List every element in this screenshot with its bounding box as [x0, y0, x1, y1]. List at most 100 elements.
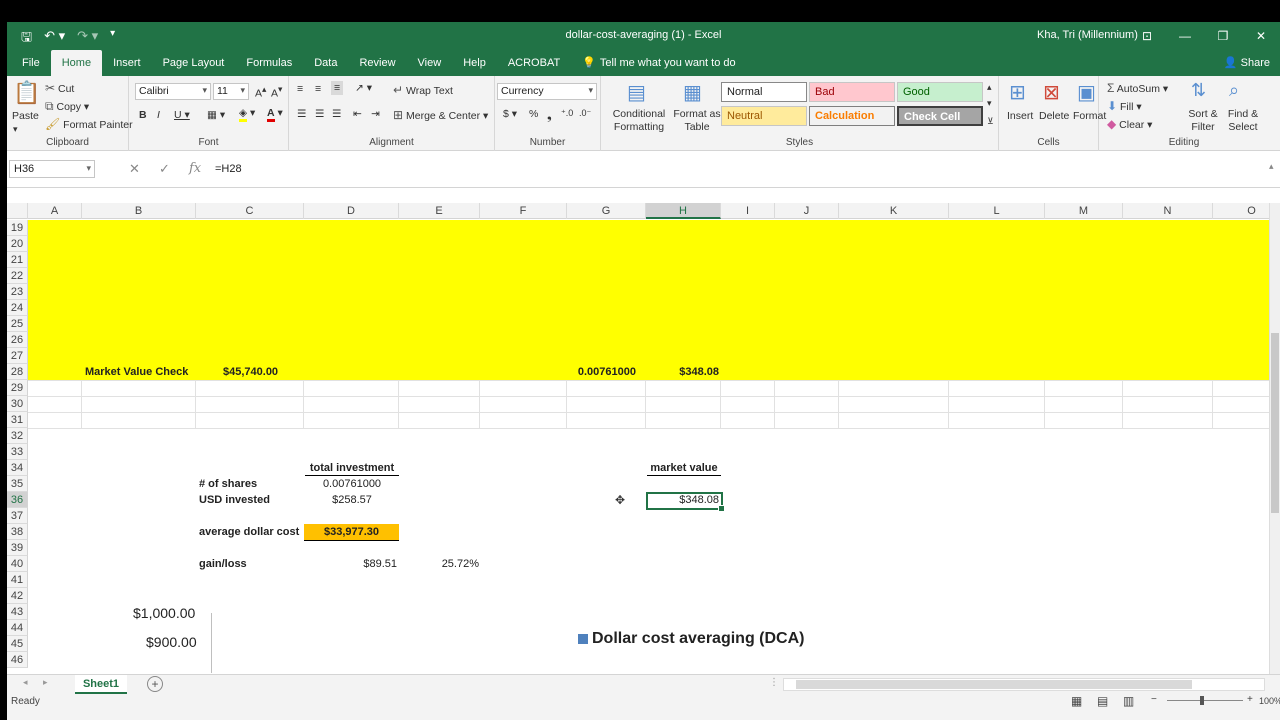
tab-review[interactable]: Review	[348, 50, 406, 76]
column-header-a[interactable]: A	[28, 203, 82, 219]
active-cell-h36[interactable]	[646, 492, 725, 512]
minimize-icon[interactable]: —	[1166, 22, 1204, 50]
style-normal[interactable]: Normal	[721, 82, 807, 102]
cell-b35[interactable]: # of shares	[199, 476, 257, 492]
cell-g28[interactable]: 0.00761000	[547, 364, 636, 380]
horizontal-scrollbar[interactable]	[783, 678, 1265, 691]
style-calculation[interactable]: Calculation	[809, 106, 895, 126]
increase-indent-icon[interactable]: ⇥	[371, 108, 380, 120]
italic-button[interactable]: I	[157, 109, 160, 121]
tab-acrobat[interactable]: ACROBAT	[497, 50, 571, 76]
column-header-m[interactable]: M	[1045, 203, 1123, 219]
column-header-g[interactable]: G	[567, 203, 646, 219]
styles-scroll-down-icon[interactable]: ▾	[987, 98, 992, 109]
percent-icon[interactable]: %	[529, 108, 538, 120]
fill-color-icon[interactable]: ◈ ▾	[239, 107, 255, 122]
insert-function-icon[interactable]: fx	[189, 161, 201, 176]
column-header-l[interactable]: L	[949, 203, 1045, 219]
row-header-41[interactable]: 41	[7, 572, 28, 588]
tell-me-box[interactable]: 💡 Tell me what you want to do	[571, 50, 746, 76]
cell-e40[interactable]: 25.72%	[399, 556, 479, 572]
cell-h28[interactable]: $348.08	[647, 364, 719, 380]
zoom-level[interactable]: 100%	[1259, 696, 1280, 706]
style-check-cell[interactable]: Check Cell	[897, 106, 983, 126]
row-header-44[interactable]: 44	[7, 620, 28, 636]
tab-view[interactable]: View	[407, 50, 453, 76]
column-header-o[interactable]: O	[1213, 203, 1269, 219]
paste-dropdown-icon[interactable]: ▾	[13, 124, 18, 135]
row-header-23[interactable]: 23	[7, 284, 28, 300]
zoom-slider[interactable]	[1167, 700, 1243, 701]
cell-b36[interactable]: USD invested	[199, 492, 270, 508]
align-center-icon[interactable]: ☰	[315, 108, 324, 120]
cell-b38[interactable]: average dollar cost	[199, 524, 299, 540]
cell-d36[interactable]: $258.57	[305, 492, 399, 508]
find-select-button[interactable]: Find & Select	[1223, 108, 1263, 134]
tab-page-layout[interactable]: Page Layout	[152, 50, 236, 76]
font-size-select[interactable]: 11	[213, 83, 249, 100]
cell-d34[interactable]: total investment	[305, 460, 399, 476]
style-bad[interactable]: Bad	[809, 82, 895, 102]
sort-filter-button[interactable]: Sort & Filter	[1183, 108, 1223, 134]
row-header-29[interactable]: 29	[7, 380, 28, 396]
normal-view-icon[interactable]: ▦	[1071, 694, 1082, 708]
close-icon[interactable]: ✕	[1242, 22, 1280, 50]
restore-icon[interactable]: ❐	[1204, 22, 1242, 50]
style-neutral[interactable]: Neutral	[721, 106, 807, 126]
row-header-27[interactable]: 27	[7, 348, 28, 364]
expand-formula-bar-icon[interactable]: ▴	[1269, 161, 1274, 172]
column-header-n[interactable]: N	[1123, 203, 1213, 219]
paste-button[interactable]: Paste	[12, 110, 39, 122]
currency-icon[interactable]: $ ▾	[503, 108, 517, 120]
insert-cells-icon[interactable]: ⊞	[1009, 80, 1026, 105]
row-header-34[interactable]: 34	[7, 460, 28, 476]
align-top-icon[interactable]: ≡	[297, 83, 303, 95]
row-header-45[interactable]: 45	[7, 636, 28, 652]
split-handle-icon[interactable]: ⋮	[769, 677, 779, 688]
row-header-25[interactable]: 25	[7, 316, 28, 332]
column-header-e[interactable]: E	[399, 203, 480, 219]
sheet-tab-sheet1[interactable]: Sheet1	[75, 675, 127, 694]
borders-icon[interactable]: ▦ ▾	[207, 109, 225, 121]
tab-file[interactable]: File	[11, 50, 51, 76]
zoom-slider-thumb[interactable]	[1200, 696, 1204, 705]
format-as-table-icon[interactable]: ▦	[683, 80, 702, 105]
row-header-39[interactable]: 39	[7, 540, 28, 556]
underline-button[interactable]: U ▾	[174, 109, 190, 121]
row-header-30[interactable]: 30	[7, 396, 28, 412]
column-header-k[interactable]: K	[839, 203, 949, 219]
cell-c28[interactable]: $45,740.00	[223, 364, 278, 380]
sort-filter-icon[interactable]: ⇅	[1191, 80, 1206, 101]
format-painter-button[interactable]: 🖌 Format Painter	[45, 117, 133, 131]
column-header-j[interactable]: J	[775, 203, 839, 219]
worksheet-grid[interactable]: ABCDEFGHIJKLMNO 19 20 21 22 23 24 25 26 27 28 29 30…	[7, 203, 1269, 674]
cell-d35[interactable]: 0.00761000	[305, 476, 399, 492]
fill-button[interactable]: ⬇ Fill ▾	[1107, 99, 1142, 113]
page-break-view-icon[interactable]: ▥	[1123, 694, 1134, 708]
styles-more-icon[interactable]: ⊻	[987, 116, 994, 127]
column-header-i[interactable]: I	[721, 203, 775, 219]
cut-button[interactable]: ✂ Cut	[45, 81, 74, 95]
row-header-21[interactable]: 21	[7, 252, 28, 268]
wrap-text-button[interactable]: ↵ Wrap Text	[393, 83, 453, 97]
font-color-icon[interactable]: A ▾	[267, 107, 283, 122]
row-header-36[interactable]: 36	[7, 492, 28, 508]
row-header-31[interactable]: 31	[7, 412, 28, 428]
insert-cells-button[interactable]: Insert	[1007, 110, 1033, 122]
row-header-19[interactable]: 19	[7, 220, 28, 236]
cell-h34[interactable]: market value	[647, 460, 721, 476]
cell-d38[interactable]: $33,977.30	[304, 524, 399, 541]
user-name[interactable]: Kha, Tri (Millennium)	[1037, 29, 1138, 41]
zoom-in-icon[interactable]: +	[1247, 694, 1253, 705]
styles-scroll-up-icon[interactable]: ▴	[987, 82, 992, 93]
formula-input[interactable]: =H28	[215, 163, 242, 175]
row-header-20[interactable]: 20	[7, 236, 28, 252]
format-as-table-button[interactable]: Format as Table	[671, 108, 723, 134]
cell-b28[interactable]: Market Value Check	[85, 364, 188, 380]
delete-cells-icon[interactable]: ⊠	[1043, 80, 1060, 105]
format-cells-icon[interactable]: ▣	[1077, 80, 1096, 105]
number-format-select[interactable]: Currency	[497, 83, 597, 100]
row-header-38[interactable]: 38	[7, 524, 28, 540]
bold-button[interactable]: B	[139, 109, 147, 121]
column-header-b[interactable]: B	[82, 203, 196, 219]
